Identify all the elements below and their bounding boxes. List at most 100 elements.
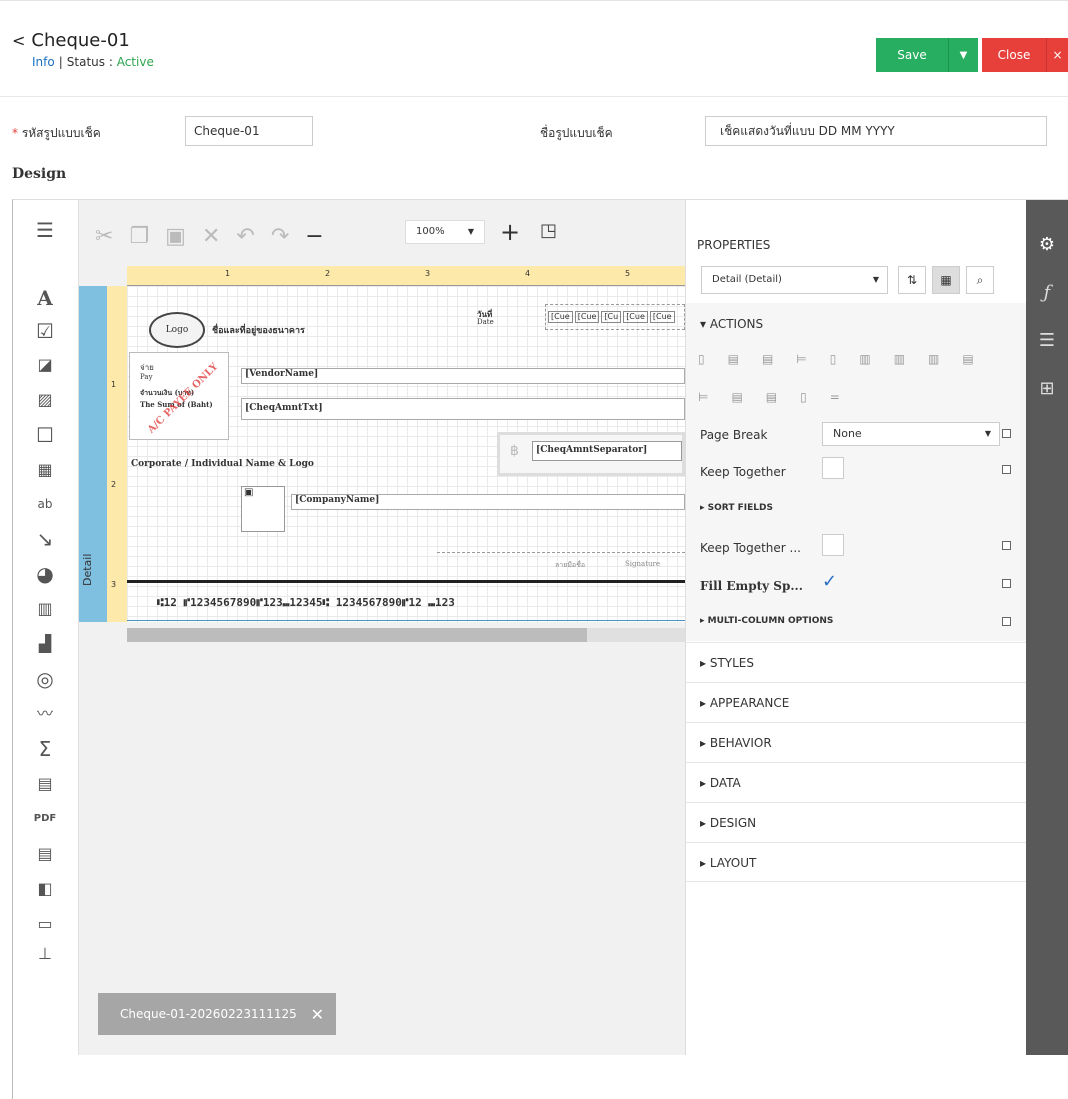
align-icon[interactable]: ▥ xyxy=(928,352,939,366)
pagebreak-tool-icon[interactable]: ▭ xyxy=(31,912,59,936)
sort-fields-header[interactable]: ▸ SORT FIELDS xyxy=(700,503,773,513)
align-icon[interactable]: ▤ xyxy=(728,352,739,366)
save-dropdown-icon[interactable]: ▼ xyxy=(948,38,978,72)
picture-tool-icon[interactable]: ▨ xyxy=(31,388,59,412)
section-layout[interactable]: ▸ LAYOUT xyxy=(686,842,1026,882)
info-link[interactable]: Info xyxy=(32,55,55,69)
date-field[interactable]: [Cue xyxy=(623,311,648,323)
company-logo-picture[interactable]: ▣ xyxy=(241,486,285,532)
signature-th-label[interactable]: ลายมือชื่อ xyxy=(555,560,585,571)
component-selector[interactable]: Detail (Detail) ▼ xyxy=(701,266,888,294)
date-field[interactable]: [Cue xyxy=(574,311,600,323)
section-styles[interactable]: ▸ STYLES xyxy=(686,642,1026,682)
charactercomb-tool-icon[interactable]: ab xyxy=(31,492,59,516)
micr-line[interactable]: ⑆12 ⑈1234567890⑈123⑉12345⑆ 1234567890⑈12… xyxy=(157,596,455,609)
amount-text-field[interactable]: [CheqAmntTxt] xyxy=(241,398,685,420)
chevron-left-icon[interactable]: < xyxy=(12,31,25,50)
subreport-tool-icon[interactable]: ▤ xyxy=(31,772,59,796)
pdf-tool-icon[interactable]: PDF xyxy=(31,807,59,831)
name-input[interactable]: เช็คแสดงวันที่แบบ DD MM YYYY xyxy=(705,116,1047,146)
detail-band-handle[interactable]: Detail xyxy=(79,286,107,622)
zoom-select[interactable]: 100% ▼ xyxy=(405,220,485,244)
richtext-tool-icon[interactable]: ◪ xyxy=(31,353,59,377)
chart-tool-icon[interactable]: ▟ xyxy=(31,632,59,656)
date-en-label[interactable]: Date xyxy=(477,318,494,326)
close-icon[interactable]: × xyxy=(1046,38,1068,72)
section-data[interactable]: ▸ DATA xyxy=(686,762,1026,802)
shape-tool-icon[interactable]: ◕ xyxy=(31,562,59,586)
sort-alpha-icon[interactable]: ⇅ xyxy=(898,266,926,294)
keep-together-checkbox[interactable] xyxy=(822,457,844,479)
date-field[interactable]: [Cue xyxy=(548,311,573,323)
section-design[interactable]: ▸ DESIGN xyxy=(686,802,1026,842)
delete-icon[interactable]: ✕ xyxy=(202,224,220,249)
gauge-tool-icon[interactable]: ◎ xyxy=(31,667,59,691)
section-appearance[interactable]: ▸ APPEARANCE xyxy=(686,682,1026,722)
line-tool-icon[interactable]: ↘ xyxy=(31,527,59,551)
align-icon[interactable]: ▤ xyxy=(766,390,777,404)
vendor-name-field[interactable]: [VendorName] xyxy=(241,368,685,384)
align-icon[interactable]: ▯ xyxy=(800,390,807,404)
crossband-tool-icon[interactable]: ⊥ xyxy=(31,942,59,966)
multi-column-header[interactable]: ▸ MULTI-COLUMN OPTIONS xyxy=(700,616,833,626)
signature-en-label[interactable]: Signature xyxy=(625,560,660,568)
zoom-out-icon[interactable]: − xyxy=(305,224,323,249)
company-name-field[interactable]: [CompanyName] xyxy=(291,494,685,510)
align-icon[interactable]: ⊨ xyxy=(698,390,708,404)
menu-icon[interactable]: ☰ xyxy=(31,218,59,242)
preview-icon[interactable]: ◳ xyxy=(540,220,557,241)
label-tool-icon[interactable]: A xyxy=(31,286,59,310)
barcode-tool-icon[interactable]: ▥ xyxy=(31,597,59,621)
reset-square[interactable] xyxy=(1002,617,1011,626)
save-button[interactable]: Save ▼ xyxy=(876,38,978,72)
page-break-select[interactable]: None ▼ xyxy=(822,422,1000,446)
amount-box[interactable]: ฿ [CheqAmntSeparator] xyxy=(497,432,685,476)
table-tool-icon[interactable]: ▦ xyxy=(31,458,59,482)
checkbox-tool-icon[interactable]: ☑ xyxy=(31,319,59,343)
sparkline-tool-icon[interactable]: 〰 xyxy=(31,702,59,726)
close-label[interactable]: Close xyxy=(982,38,1046,72)
align-icon[interactable]: = xyxy=(830,390,840,404)
hierarchy-icon[interactable]: ⊞ xyxy=(1036,378,1058,399)
corporate-label[interactable]: Corporate / Individual Name & Logo xyxy=(131,459,314,469)
align-icon[interactable]: ⊨ xyxy=(796,352,806,366)
close-button[interactable]: Close × xyxy=(982,38,1068,72)
search-icon[interactable]: ⌕ xyxy=(966,266,994,294)
section-behavior[interactable]: ▸ BEHAVIOR xyxy=(686,722,1026,762)
code-input[interactable]: Cheque-01 xyxy=(185,116,313,146)
cut-icon[interactable]: ✂ xyxy=(95,224,113,249)
pageinfo-tool-icon[interactable]: ◧ xyxy=(31,877,59,901)
fill-empty-checkbox[interactable]: ✓ xyxy=(822,571,837,592)
pay-block[interactable]: จ่าย Pay จำนวนเงิน (บาท) The Sum of (Bah… xyxy=(129,352,229,440)
actions-header[interactable]: ▾ ACTIONS xyxy=(700,317,763,331)
align-icon[interactable]: ▤ xyxy=(762,352,773,366)
align-icon[interactable]: ▯ xyxy=(698,352,705,366)
date-field[interactable]: [Cue xyxy=(649,311,675,323)
tableofcontents-tool-icon[interactable]: ▤ xyxy=(31,842,59,866)
database-icon[interactable]: ☰ xyxy=(1036,330,1058,351)
keep-together-group-checkbox[interactable] xyxy=(822,534,844,556)
scroll-thumb[interactable] xyxy=(127,628,587,642)
reset-square[interactable] xyxy=(1002,465,1011,474)
function-icon[interactable]: ƒ xyxy=(1036,282,1058,303)
copy-icon[interactable]: ❐ xyxy=(129,224,149,249)
align-icon[interactable]: ▥ xyxy=(894,352,905,366)
redo-icon[interactable]: ↷ xyxy=(271,224,289,249)
align-icon[interactable]: ▤ xyxy=(731,390,742,404)
reset-square[interactable] xyxy=(1002,429,1011,438)
categorized-icon[interactable]: ▦ xyxy=(932,266,960,294)
align-icon[interactable]: ▥ xyxy=(859,352,870,366)
save-label[interactable]: Save xyxy=(876,38,948,72)
align-icon[interactable]: ▯ xyxy=(830,352,837,366)
undo-icon[interactable]: ↶ xyxy=(236,224,254,249)
gear-icon[interactable]: ⚙ xyxy=(1036,234,1058,255)
reset-square[interactable] xyxy=(1002,579,1011,588)
logo-placeholder[interactable]: Logo xyxy=(149,312,205,348)
align-icon[interactable]: ▤ xyxy=(962,352,973,366)
horizontal-scrollbar[interactable] xyxy=(127,628,685,642)
zoom-in-icon[interactable]: + xyxy=(500,218,520,246)
paste-icon[interactable]: ▣ xyxy=(165,224,186,249)
bank-name-label[interactable]: ชื่อและที่อยู่ของธนาคาร xyxy=(212,323,305,337)
date-field[interactable]: [Cu xyxy=(601,311,622,323)
panel-tool-icon[interactable]: ☐ xyxy=(31,423,59,447)
